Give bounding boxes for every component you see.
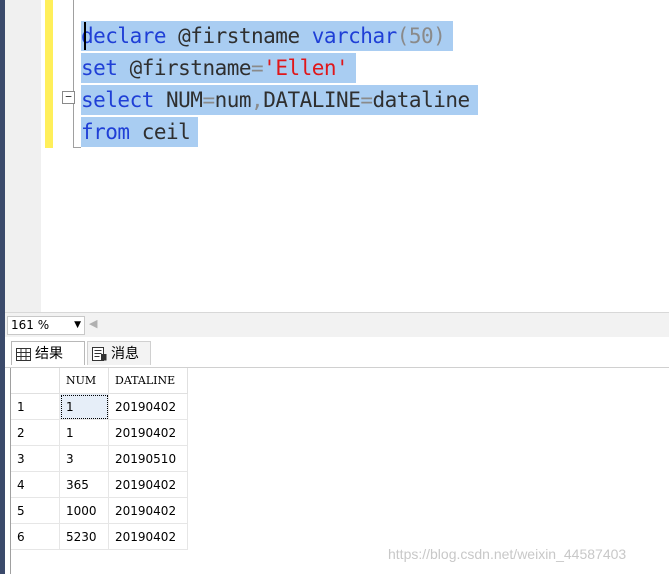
zoom-level-dropdown[interactable]: 161 % ▼ — [7, 316, 85, 335]
code-token: (50) — [396, 24, 446, 48]
table-header-row: NUM DATALINE — [11, 368, 188, 394]
tab-results-label: 结果 — [35, 346, 63, 362]
cell-num[interactable]: 5230 — [59, 523, 109, 550]
grid-icon — [16, 348, 31, 361]
code-token: select — [81, 88, 154, 112]
table-row[interactable]: 1 1 20190402 — [11, 393, 188, 420]
code-token: num — [214, 88, 252, 112]
row-number[interactable]: 4 — [11, 471, 60, 498]
row-number[interactable]: 3 — [11, 445, 60, 472]
cell-dataline[interactable]: 20190402 — [108, 419, 188, 446]
cell-dataline[interactable]: 20190402 — [108, 497, 188, 524]
code-token: 'Ellen' — [263, 56, 349, 80]
code-token: = — [202, 88, 215, 112]
cell-dataline[interactable]: 20190510 — [108, 445, 188, 472]
fold-guide-end — [73, 147, 81, 148]
code-token: , — [251, 88, 264, 112]
editor-status-strip: 161 % ▼ ◀ — [5, 312, 669, 338]
results-table: NUM DATALINE 1 1 20190402 2 1 20190402 3… — [11, 368, 188, 550]
change-tracking-bar — [45, 0, 53, 148]
cell-dataline[interactable]: 20190402 — [108, 393, 188, 420]
tab-results[interactable]: 结果 — [11, 341, 85, 365]
results-tabs: 结果 消息 — [5, 337, 669, 368]
table-row[interactable]: 5 1000 20190402 — [11, 497, 188, 524]
cell-num[interactable]: 365 — [59, 471, 109, 498]
table-row[interactable]: 3 3 20190510 — [11, 445, 188, 472]
code-token: varchar — [311, 24, 398, 48]
code-token: declare — [81, 24, 167, 48]
table-row[interactable]: 4 365 20190402 — [11, 471, 188, 498]
row-number-header[interactable] — [11, 368, 60, 394]
cell-num[interactable]: 3 — [59, 445, 109, 472]
cell-num[interactable]: 1000 — [59, 497, 109, 524]
row-number[interactable]: 5 — [11, 497, 60, 524]
code-line[interactable]: select NUM=num,DATALINE=dataline — [81, 85, 478, 115]
tab-messages[interactable]: 消息 — [87, 341, 151, 365]
code-token: NUM — [153, 88, 203, 112]
column-header-dataline[interactable]: DATALINE — [108, 368, 188, 394]
column-header-num[interactable]: NUM — [59, 368, 109, 394]
messages-icon — [92, 347, 107, 361]
cell-dataline[interactable]: 20190402 — [108, 471, 188, 498]
cell-num[interactable]: 1 — [59, 393, 109, 420]
chevron-down-icon: ▼ — [74, 320, 81, 330]
table-row[interactable]: 6 5230 20190402 — [11, 523, 188, 550]
code-token: = — [251, 56, 264, 80]
watermark-text: https://blog.csdn.net/weixin_44587403 — [388, 546, 627, 562]
code-line[interactable]: from ceil — [81, 117, 199, 147]
row-number[interactable]: 2 — [11, 419, 60, 446]
query-editor[interactable]: − declare @firstname varchar(50) set @fir… — [5, 0, 669, 312]
row-number[interactable]: 6 — [11, 523, 60, 550]
table-row[interactable]: 2 1 20190402 — [11, 419, 188, 446]
code-line[interactable]: declare @firstname varchar(50) — [81, 21, 454, 51]
collapse-region-button[interactable]: − — [62, 91, 75, 104]
code-token: ceil — [129, 120, 191, 144]
cell-dataline[interactable]: 20190402 — [108, 523, 188, 550]
code-line[interactable]: set @firstname='Ellen' — [81, 53, 357, 83]
fold-guide-line — [73, 0, 74, 148]
code-token: @firstname — [166, 24, 312, 48]
scroll-left-icon[interactable]: ◀ — [89, 317, 97, 330]
code-token: = — [360, 88, 373, 112]
code-token: from — [81, 120, 130, 144]
code-token: DATALINE — [263, 88, 361, 112]
code-token: dataline — [372, 88, 471, 112]
code-token: @firstname — [117, 56, 252, 80]
text-caret — [84, 22, 86, 50]
row-number[interactable]: 1 — [11, 393, 60, 420]
editor-gutter — [5, 0, 41, 312]
code-token: set — [81, 56, 118, 80]
cell-num[interactable]: 1 — [59, 419, 109, 446]
zoom-level-value: 161 % — [11, 318, 50, 332]
tab-messages-label: 消息 — [111, 346, 139, 362]
results-grid[interactable]: NUM DATALINE 1 1 20190402 2 1 20190402 3… — [10, 368, 669, 574]
